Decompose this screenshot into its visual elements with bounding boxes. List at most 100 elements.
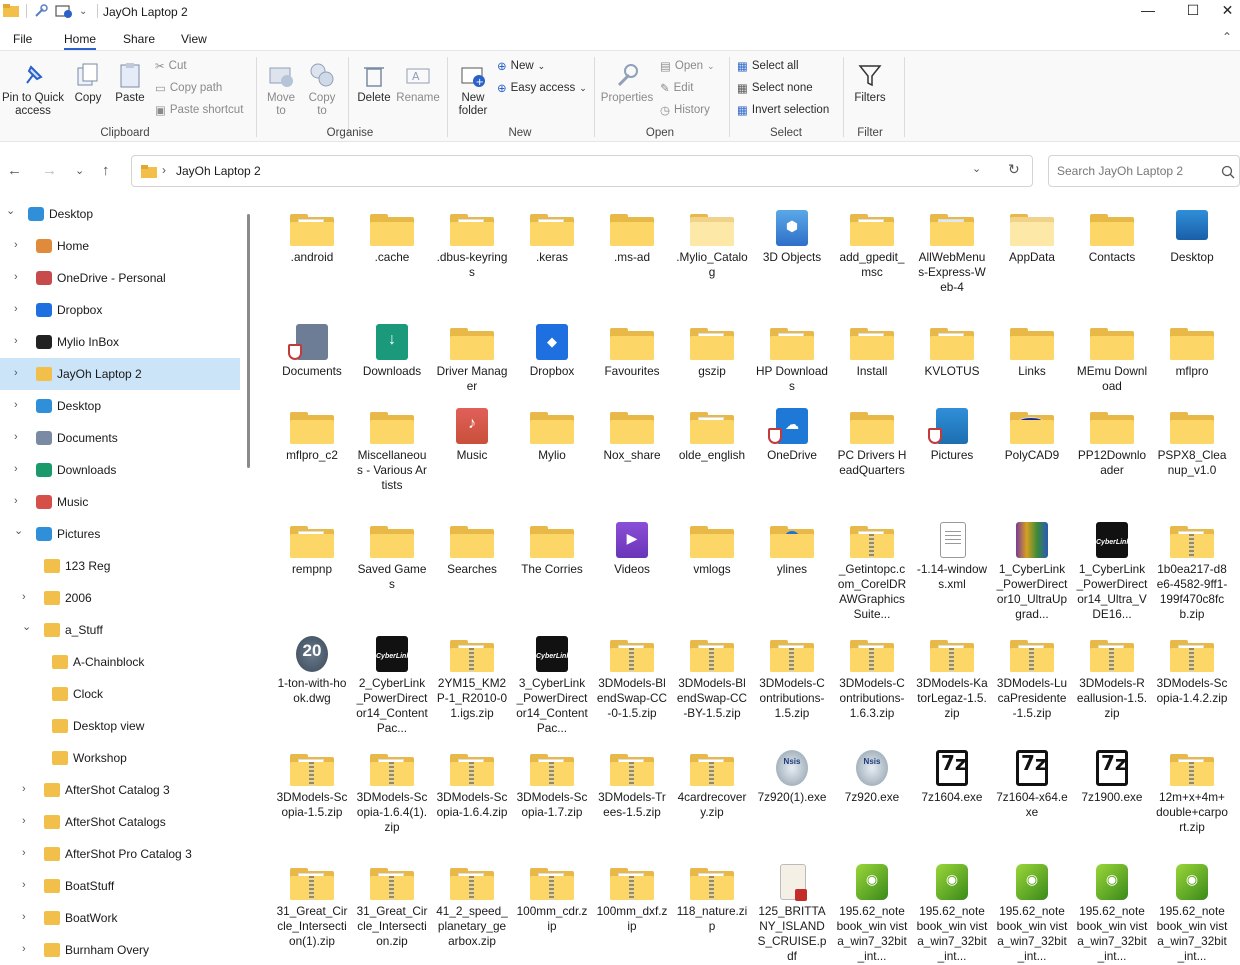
file-item[interactable]: 7z 7z1900.exe (1072, 748, 1152, 805)
refresh-icon[interactable]: ↻ (1008, 161, 1020, 178)
file-item[interactable]: 3DModels-Contributions-1.5.zip (752, 634, 832, 721)
file-item[interactable]: PSPX8_Cleanup_v1.0 (1152, 406, 1232, 478)
file-item[interactable]: rempnp (272, 520, 352, 577)
file-item[interactable]: ◉ 195.62_notebook_win vista_win7_32bit_in… (1072, 862, 1152, 964)
sidebar-item[interactable]: › JayOh Laptop 2 (0, 358, 240, 390)
sidebar-item[interactable]: › Mylio InBox (0, 326, 240, 358)
file-item[interactable]: _Getintopc.com_CorelDRAWGraphicsSuite... (832, 520, 912, 622)
file-item[interactable]: ◉ 195.62_notebook_win vista_win7_32bit_in… (1152, 862, 1232, 964)
file-item[interactable]: 3DModels-BlendSwap-CC-0-1.5.zip (592, 634, 672, 721)
file-item[interactable]: .dbus-keyrings (432, 208, 512, 280)
sidebar-item[interactable]: › AfterShot Catalog 3 (0, 774, 240, 806)
file-item[interactable]: .keras (512, 208, 592, 265)
file-item[interactable]: vmlogs (672, 520, 752, 577)
chevron-right-icon[interactable]: › (22, 591, 26, 603)
file-item[interactable]: AllWebMenus-Express-Web-4 (912, 208, 992, 295)
chevron-right-icon[interactable]: › (22, 783, 26, 795)
file-item[interactable]: olde_english (672, 406, 752, 463)
file-item[interactable]: Nsis 7z920(1).exe (752, 748, 832, 805)
file-item[interactable]: Nsis 7z920.exe (832, 748, 912, 805)
recent-locations-icon[interactable]: ⌄ (75, 164, 84, 177)
sidebar-item[interactable]: Desktop view (0, 710, 240, 742)
history-button[interactable]: ◷ History (660, 103, 710, 117)
sidebar-item[interactable]: › BoatStuff (0, 870, 240, 902)
file-item[interactable]: 125_BRITTANY_ISLANDS_CRUISE.pdf (752, 862, 832, 964)
file-item[interactable]: 3DModels-Scopia-1.5.zip (272, 748, 352, 820)
file-item[interactable]: Install (832, 322, 912, 379)
file-item[interactable]: HP Downloads (752, 322, 832, 394)
chevron-right-icon[interactable]: › (22, 847, 26, 859)
select-none-button[interactable]: ▦ Select none (737, 81, 813, 95)
sidebar-item[interactable]: 123 Reg (0, 550, 240, 582)
file-item[interactable]: Documents (272, 322, 352, 379)
select-all-button[interactable]: ▦ Select all (737, 59, 799, 73)
sidebar-item[interactable]: › Downloads (0, 454, 240, 486)
file-item[interactable]: Desktop (1152, 208, 1232, 265)
edit-button[interactable]: ✎ Edit (660, 81, 693, 95)
file-item[interactable]: 100mm_cdr.zip (512, 862, 592, 934)
rename-button[interactable]: A Rename (396, 61, 440, 105)
file-item[interactable]: ⬢ 3D Objects (752, 208, 832, 265)
chevron-right-icon[interactable]: › (14, 303, 18, 315)
tab-view[interactable]: View (181, 32, 207, 46)
file-item[interactable]: 7z 7z1604.exe (912, 748, 992, 805)
file-item[interactable]: 3DModels-Reallusion-1.5.zip (1072, 634, 1152, 721)
file-item[interactable]: .cache (352, 208, 432, 265)
file-item[interactable]: 3DModels-Contributions-1.6.3.zip (832, 634, 912, 721)
file-item[interactable]: ▶ Videos (592, 520, 672, 577)
properties-button[interactable]: Properties (600, 61, 654, 105)
collapse-ribbon-icon[interactable]: ⌃ (1222, 30, 1232, 44)
file-item[interactable]: Saved Games (352, 520, 432, 592)
file-item[interactable]: 100mm_dxf.zip (592, 862, 672, 934)
file-item[interactable]: 3DModels-LucaPresidente-1.5.zip (992, 634, 1072, 721)
file-item[interactable]: 2YM15_KM2P-1_R2010-01.igs.zip (432, 634, 512, 721)
file-item[interactable]: Pictures (912, 406, 992, 463)
chevron-right-icon[interactable]: › (14, 399, 18, 411)
sidebar-item[interactable]: ⌄ Pictures (0, 518, 240, 550)
file-item[interactable]: 31_Great_Circle_Intersection(1).zip (272, 862, 352, 949)
file-item[interactable]: 41_2_speed_planetary_gearbox.zip (432, 862, 512, 949)
chevron-right-icon[interactable]: › (14, 463, 18, 475)
sidebar-item[interactable]: › AfterShot Pro Catalog 3 (0, 838, 240, 870)
file-item[interactable]: Nox_share (592, 406, 672, 463)
file-item[interactable]: PP12Downloader (1072, 406, 1152, 478)
open-button[interactable]: ▤ Open ⌄ (660, 59, 715, 73)
file-item[interactable]: Mylio (512, 406, 592, 463)
file-item[interactable]: 3DModels-KatorLegaz-1.5.zip (912, 634, 992, 721)
chevron-right-icon[interactable]: › (14, 239, 18, 251)
pin-to-quick-access-button[interactable]: Pin to Quick access (0, 61, 66, 118)
sidebar-item[interactable]: › Documents (0, 422, 240, 454)
properties-icon[interactable] (33, 3, 49, 19)
chevron-right-icon[interactable]: › (22, 815, 26, 827)
sidebar-item[interactable]: › 2006 (0, 582, 240, 614)
up-arrow-icon[interactable]: ↑ (102, 162, 110, 179)
file-item[interactable]: PolyCAD9 (992, 406, 1072, 463)
file-item[interactable]: PC Drivers HeadQuarters (832, 406, 912, 478)
chevron-down-icon[interactable]: ⌄ (14, 524, 23, 537)
file-item[interactable]: ♪ Music (432, 406, 512, 463)
file-item[interactable]: 7z 7z1604-x64.exe (992, 748, 1072, 820)
new-folder-button[interactable]: + New folder (452, 61, 494, 118)
file-item[interactable]: ◉ 195.62_notebook_win vista_win7_32bit_in… (992, 862, 1072, 964)
file-item[interactable]: MEmu Download (1072, 322, 1152, 394)
sidebar-item[interactable]: › Home (0, 230, 240, 262)
sidebar-item[interactable]: › Dropbox (0, 294, 240, 326)
file-item[interactable]: ◉ 195.62_notebook_win vista_win7_32bit_in… (912, 862, 992, 964)
file-item[interactable]: 20 1-ton-with-hook.dwg (272, 634, 352, 706)
chevron-down-icon[interactable]: ⌄ (6, 204, 15, 217)
sidebar-item[interactable]: Workshop (0, 742, 240, 774)
search-input[interactable]: Search JayOh Laptop 2 (1057, 164, 1183, 178)
chevron-right-icon[interactable]: › (14, 431, 18, 443)
file-item[interactable]: ◆ Dropbox (512, 322, 592, 379)
copy-path-button[interactable]: ▭ Copy path (155, 81, 222, 95)
address-dropdown-icon[interactable]: ⌄ (972, 162, 981, 175)
copy-button[interactable]: Copy (70, 61, 106, 105)
sidebar-item[interactable]: A-Chainblock (0, 646, 240, 678)
file-item[interactable]: Miscellaneous - Various Artists (352, 406, 432, 493)
navigation-scrollbar[interactable] (247, 214, 250, 468)
chevron-right-icon[interactable]: › (22, 911, 26, 923)
search-box[interactable]: Search JayOh Laptop 2 (1048, 155, 1240, 187)
file-item[interactable]: 118_nature.zip (672, 862, 752, 934)
filters-button[interactable]: Filters (850, 61, 890, 105)
file-item[interactable]: The Corries (512, 520, 592, 577)
